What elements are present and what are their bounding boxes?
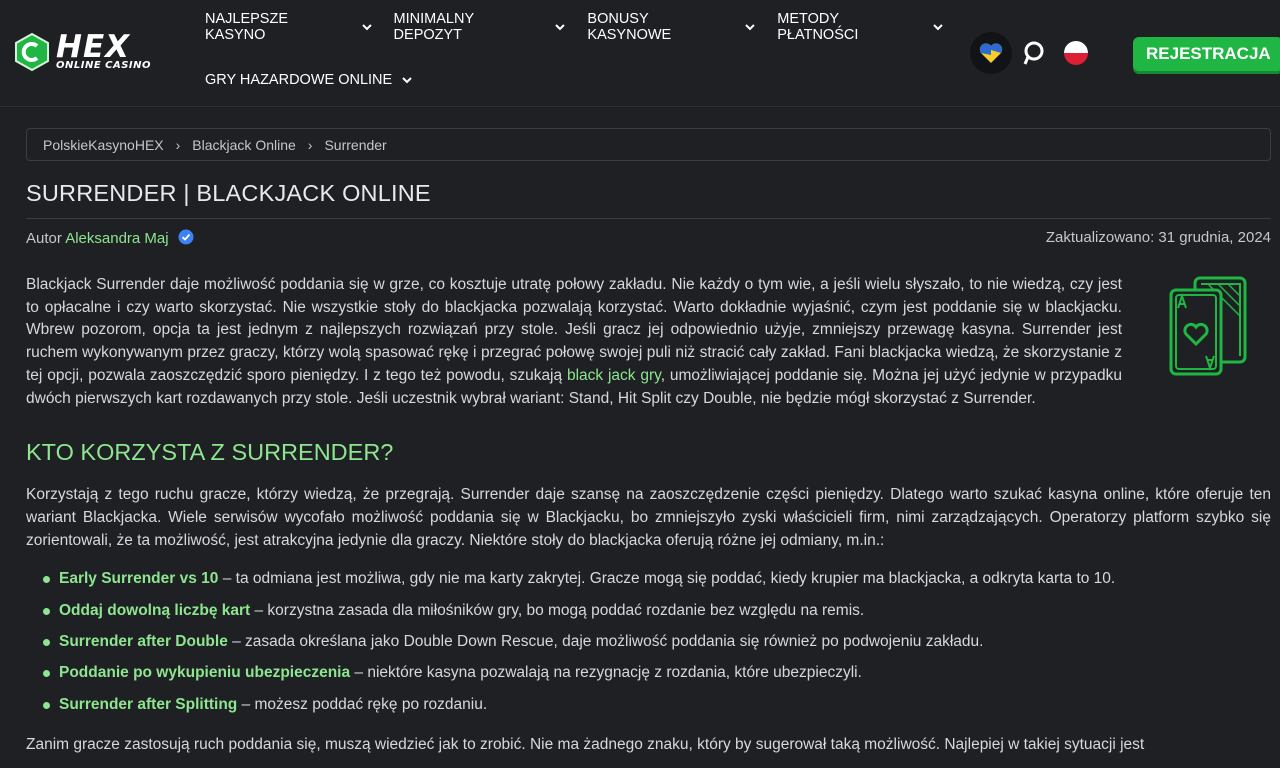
chevron-down-icon xyxy=(555,23,566,30)
nav-item-label: NAJLEPSZE KASYNO xyxy=(205,10,288,43)
variant-name: Surrender after Splitting xyxy=(59,695,238,713)
verified-badge-icon xyxy=(178,229,194,245)
variant-desc: – możesz poddać rękę po rozdaniu. xyxy=(237,695,488,713)
breadcrumb-chevron-icon: › xyxy=(175,136,181,153)
updated-date: Zaktualizowano: 31 grudnia, 2024 xyxy=(1045,229,1271,246)
site-logo[interactable]: HEX ONLINE CASINO xyxy=(14,32,151,71)
bullet-icon xyxy=(43,638,50,646)
closing-paragraph: Zanim gracze zastosują ruch poddania się… xyxy=(26,735,1145,753)
breadcrumb-link-home[interactable]: PolskieKasynoHEX xyxy=(43,137,164,153)
title-divider xyxy=(26,218,1271,219)
nav-item-minimalny-depozyt[interactable]: MINIMALNY DEPOZYT xyxy=(394,11,566,43)
list-item: Early Surrender vs 10 – ta odmiana jest … xyxy=(43,568,1271,590)
chevron-down-icon xyxy=(745,23,755,30)
site-header: HEX ONLINE CASINO NAJLEPSZE KASYNO MINIM… xyxy=(0,0,1280,107)
page-title: SURRENDER | BLACKJACK ONLINE xyxy=(26,180,431,206)
breadcrumb-current: Surrender xyxy=(324,136,387,153)
breadcrumb-chevron-icon: › xyxy=(307,136,313,153)
hex-logo-icon xyxy=(15,32,49,71)
chevron-down-icon xyxy=(933,23,943,30)
logo-wordmark: HEX xyxy=(56,29,131,65)
variant-desc: – ta odmiana jest możliwa, gdy nie ma ka… xyxy=(218,570,1116,588)
bullet-icon xyxy=(43,607,50,615)
bullet-icon xyxy=(43,670,50,678)
article-meta: Autor Aleksandra Maj Zaktualizowano: 31 … xyxy=(26,229,1271,247)
list-item: Surrender after Double – zasada określan… xyxy=(43,631,1271,653)
variant-desc: – zasada określana jako Double Down Resc… xyxy=(227,632,984,650)
intro-section: Blackjack Surrender daje możliwość podda… xyxy=(26,274,1271,410)
author-link[interactable]: Aleksandra Maj xyxy=(65,230,168,247)
list-item: Oddaj dowolną liczbę kart – korzystna za… xyxy=(43,600,1271,622)
breadcrumb: PolskieKasynoHEX › Blackjack Online › Su… xyxy=(26,128,1271,161)
nav-item-najlepsze-kasyno[interactable]: NAJLEPSZE KASYNO xyxy=(205,11,372,43)
list-item: Poddanie po wykupieniu ubezpieczenia – n… xyxy=(43,662,1271,684)
main-content: PolskieKasynoHEX › Blackjack Online › Su… xyxy=(26,128,1271,756)
header-icons xyxy=(970,32,1096,74)
variant-desc: – korzystna zasada dla miłośników gry, b… xyxy=(250,601,865,619)
author-line: Autor Aleksandra Maj xyxy=(26,229,194,247)
author-prefix: Autor xyxy=(26,230,62,247)
playing-cards-icon xyxy=(1169,276,1247,376)
nav-item-label: METODY PŁATNOŚCI xyxy=(777,10,859,43)
list-item: Surrender after Splitting – możesz podda… xyxy=(43,694,1271,716)
nav-item-label: BONUSY KASYNOWE xyxy=(587,10,672,43)
ukraine-heart-icon[interactable] xyxy=(970,32,1012,74)
nav-item-bonusy-kasynowe[interactable]: BONUSY KASYNOWE xyxy=(587,11,755,43)
section-heading: KTO KORZYSTA Z SURRENDER? xyxy=(26,439,394,466)
poland-flag-icon[interactable] xyxy=(1056,32,1096,74)
search-icon[interactable] xyxy=(1014,32,1054,74)
black-jack-gry-link[interactable]: black jack gry xyxy=(567,367,661,384)
bullet-icon xyxy=(43,576,50,584)
chevron-down-icon xyxy=(361,23,372,30)
variant-name: Oddaj dowolną liczbę kart xyxy=(59,601,251,619)
variant-name: Surrender after Double xyxy=(59,632,228,650)
section-paragraph: Korzystają z tego ruchu gracze, którzy w… xyxy=(26,486,1271,549)
breadcrumb-link-blackjack[interactable]: Blackjack Online xyxy=(192,137,296,153)
variant-name: Poddanie po wykupieniu ubezpieczenia xyxy=(59,664,351,682)
logo-tagline: ONLINE CASINO xyxy=(56,60,152,71)
nav-item-metody-platnosci[interactable]: METODY PŁATNOŚCI xyxy=(777,11,943,43)
nav-item-label: MINIMALNY DEPOZYT xyxy=(393,10,474,43)
intro-paragraph: Blackjack Surrender daje możliwość podda… xyxy=(26,274,1122,410)
variant-name: Early Surrender vs 10 xyxy=(59,570,219,588)
bullet-icon xyxy=(43,701,50,709)
variant-desc: – niektóre kasyna pozwalają na rezygnacj… xyxy=(350,664,862,682)
chevron-down-icon xyxy=(402,76,412,83)
nav-item-label: GRY HAZARDOWE ONLINE xyxy=(205,71,393,88)
register-button[interactable]: REJESTRACJA xyxy=(1133,37,1280,71)
nav-item-gry-hazardowe-online[interactable]: GRY HAZARDOWE ONLINE xyxy=(205,72,412,88)
main-nav: NAJLEPSZE KASYNO MINIMALNY DEPOZYT BONUS… xyxy=(205,0,965,106)
variants-list: Early Surrender vs 10 – ta odmiana jest … xyxy=(26,568,1271,715)
